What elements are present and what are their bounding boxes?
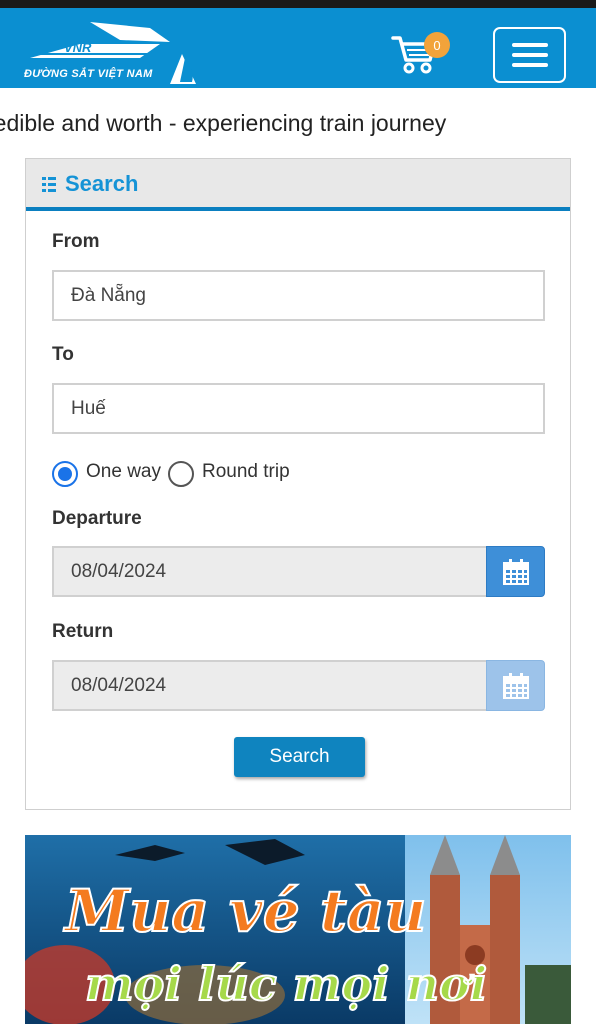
list-icon (42, 177, 56, 192)
round-trip-label[interactable]: Round trip (202, 461, 290, 483)
calendar-icon (502, 558, 529, 585)
hamburger-menu-icon (511, 43, 548, 47)
to-label: To (52, 344, 74, 365)
to-station-input[interactable]: Huế (52, 383, 545, 434)
search-button[interactable]: Search (234, 737, 365, 777)
departure-label: Departure (52, 508, 142, 529)
site-header: VNR ĐƯỜNG SẮT VIỆT NAM 0 (0, 8, 596, 88)
departure-date-input[interactable]: 08/04/2024 (52, 546, 489, 597)
one-way-radio[interactable] (52, 461, 78, 487)
search-panel-title: Search (65, 171, 139, 196)
marquee-banner: redible and worth - experiencing train j… (0, 110, 596, 138)
from-station-value: Đà Nẵng (71, 284, 146, 306)
vnr-logo[interactable]: VNR ĐƯỜNG SẮT VIỆT NAM (20, 14, 210, 86)
return-label: Return (52, 621, 114, 642)
return-date-input[interactable]: 08/04/2024 (52, 660, 489, 711)
departure-date-value: 08/04/2024 (71, 560, 167, 582)
return-date-value: 08/04/2024 (71, 674, 167, 696)
one-way-label[interactable]: One way (86, 461, 161, 483)
from-label: From (52, 231, 100, 252)
cart-count-badge: 0 (424, 32, 450, 58)
search-panel-header: Search (26, 159, 570, 211)
marquee-text: redible and worth - experiencing train j… (0, 110, 447, 136)
logo-text: ĐƯỜNG SẮT VIỆT NAM (24, 68, 153, 80)
to-station-value: Huế (71, 397, 106, 419)
promo-banner[interactable]: Mua vé tàu mọi lúc mọi nơi (25, 835, 571, 1024)
logo-letters: VNR (64, 40, 92, 55)
departure-calendar-button[interactable] (486, 546, 545, 597)
round-trip-radio[interactable] (168, 461, 194, 487)
status-bar-strip (0, 0, 596, 8)
from-station-input[interactable]: Đà Nẵng (52, 270, 545, 321)
search-panel: Search From Đà Nẵng To Huế One way Round… (25, 158, 571, 810)
promo-headline: Mua vé tàu (64, 876, 427, 946)
calendar-icon (502, 672, 529, 699)
promo-subline: mọi lúc mọi nơi (84, 956, 488, 1012)
hamburger-menu-button[interactable] (493, 27, 566, 83)
return-calendar-button[interactable] (486, 660, 545, 711)
